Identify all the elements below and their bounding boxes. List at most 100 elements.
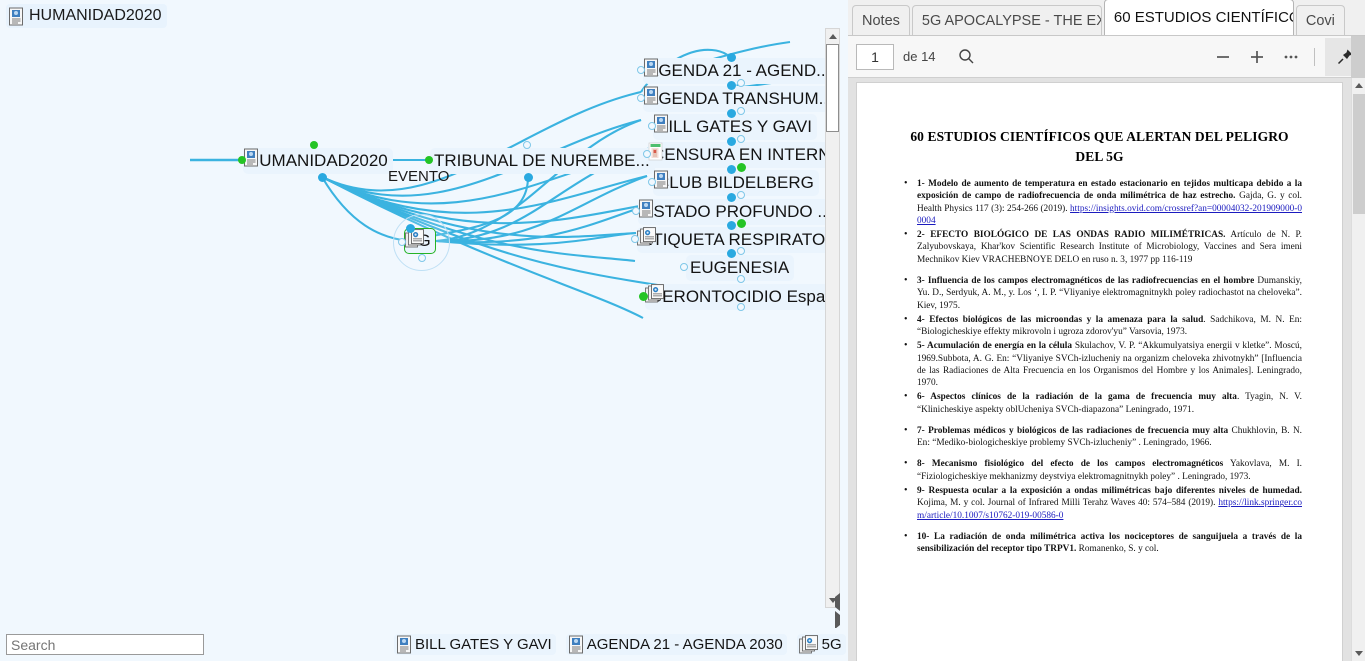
tab-notes[interactable]: Notes (852, 5, 910, 35)
node-anchor[interactable] (648, 122, 656, 130)
node-anchor[interactable] (310, 141, 318, 149)
scrollbar-thumb[interactable] (826, 44, 839, 132)
page-total-label: de 14 (903, 49, 936, 64)
node-anchor[interactable] (238, 156, 246, 164)
node-anchor[interactable] (737, 191, 745, 199)
tab-strip: Notes 5G APOCALYPSE - THE EX 60 ESTUDIOS… (848, 0, 1365, 36)
node-anchor[interactable] (637, 94, 645, 102)
graph-node-tribunal[interactable]: TRIBUNAL DE NUREMBE... (430, 148, 655, 174)
document-icon (644, 86, 658, 105)
node-anchor[interactable] (524, 173, 533, 182)
node-anchor[interactable] (523, 141, 531, 149)
application-window: HUMANIDAD2020 HUMANIDAD2020 TRIBUNAL DE … (0, 0, 1365, 661)
pdf-pane: Notes 5G APOCALYPSE - THE EX 60 ESTUDIOS… (848, 0, 1365, 661)
node-anchor[interactable] (737, 275, 745, 283)
pinned-item-label: 5G (821, 636, 842, 653)
search-input[interactable] (6, 634, 204, 655)
scroll-right-button[interactable] (828, 611, 846, 629)
node-anchor[interactable] (637, 66, 645, 74)
reference-item: 6- Aspectos clínicos de la radiación de … (904, 390, 1302, 416)
node-anchor[interactable] (727, 249, 736, 258)
minus-icon (1217, 55, 1229, 58)
multi-document-icon (645, 284, 664, 303)
tab-covid[interactable]: Covi (1295, 5, 1345, 35)
tab-label: 5G APOCALYPSE - THE EX (921, 12, 1102, 29)
node-anchor[interactable] (639, 292, 648, 301)
reference-bold: 5- Acumulación de energía en la célula (917, 341, 1073, 352)
pdf-scroll-down-button[interactable] (1352, 646, 1365, 661)
node-anchor[interactable] (727, 81, 736, 90)
pdf-viewport[interactable]: 60 ESTUDIOS CIENTÍFICOS QUE ALERTAN DEL … (848, 78, 1351, 661)
reference-item: 7- Problemas médicos y biológicos de las… (904, 424, 1302, 450)
tab-60-estudios[interactable]: 60 ESTUDIOS CIENTÍFICOS (1103, 0, 1294, 35)
node-anchor[interactable] (398, 238, 406, 246)
graph-node-bildelberg[interactable]: CLUB BILDELBERG (653, 170, 819, 196)
node-anchor[interactable] (737, 163, 746, 172)
graph-title: HUMANIDAD2020 (6, 4, 168, 28)
multi-document-icon (637, 227, 656, 246)
node-anchor[interactable] (727, 53, 736, 62)
graph-vertical-scrollbar[interactable] (825, 28, 840, 608)
chevron-up-icon (1354, 83, 1363, 88)
node-anchor[interactable] (737, 303, 745, 311)
pdf-scrollbar-thumb[interactable] (1353, 94, 1365, 214)
reference-item: 10- La radiación de onda milimétrica act… (904, 530, 1302, 556)
chevron-left-icon (834, 593, 840, 611)
scroll-up-button[interactable] (826, 29, 839, 43)
zoom-out-button[interactable] (1206, 42, 1240, 72)
node-anchor[interactable] (680, 263, 688, 271)
node-anchor[interactable] (727, 221, 736, 230)
reference-bold: 4- Efectos biológicos de las microondas … (917, 314, 1204, 325)
graph-canvas[interactable]: HUMANIDAD2020 TRIBUNAL DE NUREMBE... 5G (0, 28, 828, 628)
node-anchor[interactable] (648, 178, 656, 186)
document-reference-list: 1- Modelo de aumento de temperatura en e… (897, 177, 1302, 556)
edge-label-text: EVENTO (388, 168, 450, 185)
page-number-value: 1 (871, 48, 879, 65)
node-anchor[interactable] (727, 193, 736, 202)
multi-document-icon (798, 635, 818, 654)
reference-bold: 8- Mecanismo fisiológico del efecto de l… (917, 459, 1224, 470)
more-options-button[interactable] (1274, 42, 1308, 72)
pdf-search-button[interactable] (950, 42, 984, 72)
graph-node-humanidad[interactable]: HUMANIDAD2020 (243, 148, 393, 174)
node-anchor[interactable] (727, 109, 736, 118)
node-anchor[interactable] (425, 156, 433, 164)
reference-bold: 2- EFECTO BIOLÓGICO DE LAS ONDAS RADIO M… (917, 230, 1226, 241)
node-anchor[interactable] (737, 247, 745, 255)
pinned-item-agenda21[interactable]: AGENDA 21 - AGENDA 2030 (565, 634, 787, 655)
toolbar-divider (1314, 47, 1315, 66)
reference-item: 3- Influencia de los campos electromagné… (904, 274, 1302, 312)
document-icon (568, 635, 583, 654)
edge-label-evento: EVENTO (388, 168, 449, 185)
node-anchor[interactable] (318, 173, 327, 182)
pinned-item-billgates[interactable]: BILL GATES Y GAVI (394, 634, 556, 655)
graph-node-transhumanismo[interactable]: AGENDA TRANSHUM... (643, 86, 828, 112)
pdf-scroll-up-button[interactable] (1352, 78, 1365, 93)
graph-node-billgates[interactable]: BILL GATES Y GAVI (653, 114, 817, 140)
node-anchor[interactable] (418, 254, 426, 262)
node-anchor[interactable] (737, 107, 745, 115)
node-anchor[interactable] (737, 135, 745, 143)
tab-label: Covi (1305, 12, 1335, 29)
node-anchor[interactable] (406, 224, 415, 233)
node-label: BILL GATES Y GAVI (657, 117, 812, 136)
node-anchor[interactable] (631, 235, 639, 243)
graph-node-agenda21[interactable]: AGENDA 21 - AGEND... (643, 58, 828, 84)
pinned-item-5g[interactable]: 5G (796, 634, 846, 655)
reference-item: 2- EFECTO BIOLÓGICO DE LAS ONDAS RADIO M… (904, 228, 1302, 266)
zoom-in-button[interactable] (1240, 42, 1274, 72)
pinned-node-list: BILL GATES Y GAVI AGENDA 21 - AGENDA 203… (394, 634, 846, 655)
reference-item: 4- Efectos biológicos de las microondas … (904, 313, 1302, 339)
page-number-input[interactable]: 1 (856, 43, 894, 70)
node-anchor[interactable] (737, 79, 745, 87)
node-anchor[interactable] (727, 137, 736, 146)
scroll-left-button[interactable] (828, 593, 846, 611)
node-anchor[interactable] (727, 165, 736, 174)
node-anchor[interactable] (737, 219, 746, 228)
pdf-vertical-scrollbar[interactable] (1351, 78, 1365, 661)
node-anchor[interactable] (632, 207, 640, 215)
node-anchor[interactable] (643, 150, 651, 158)
tab-5g-apocalypse[interactable]: 5G APOCALYPSE - THE EX (911, 5, 1102, 35)
plus-icon (1251, 50, 1263, 63)
chevron-up-icon (828, 33, 837, 39)
